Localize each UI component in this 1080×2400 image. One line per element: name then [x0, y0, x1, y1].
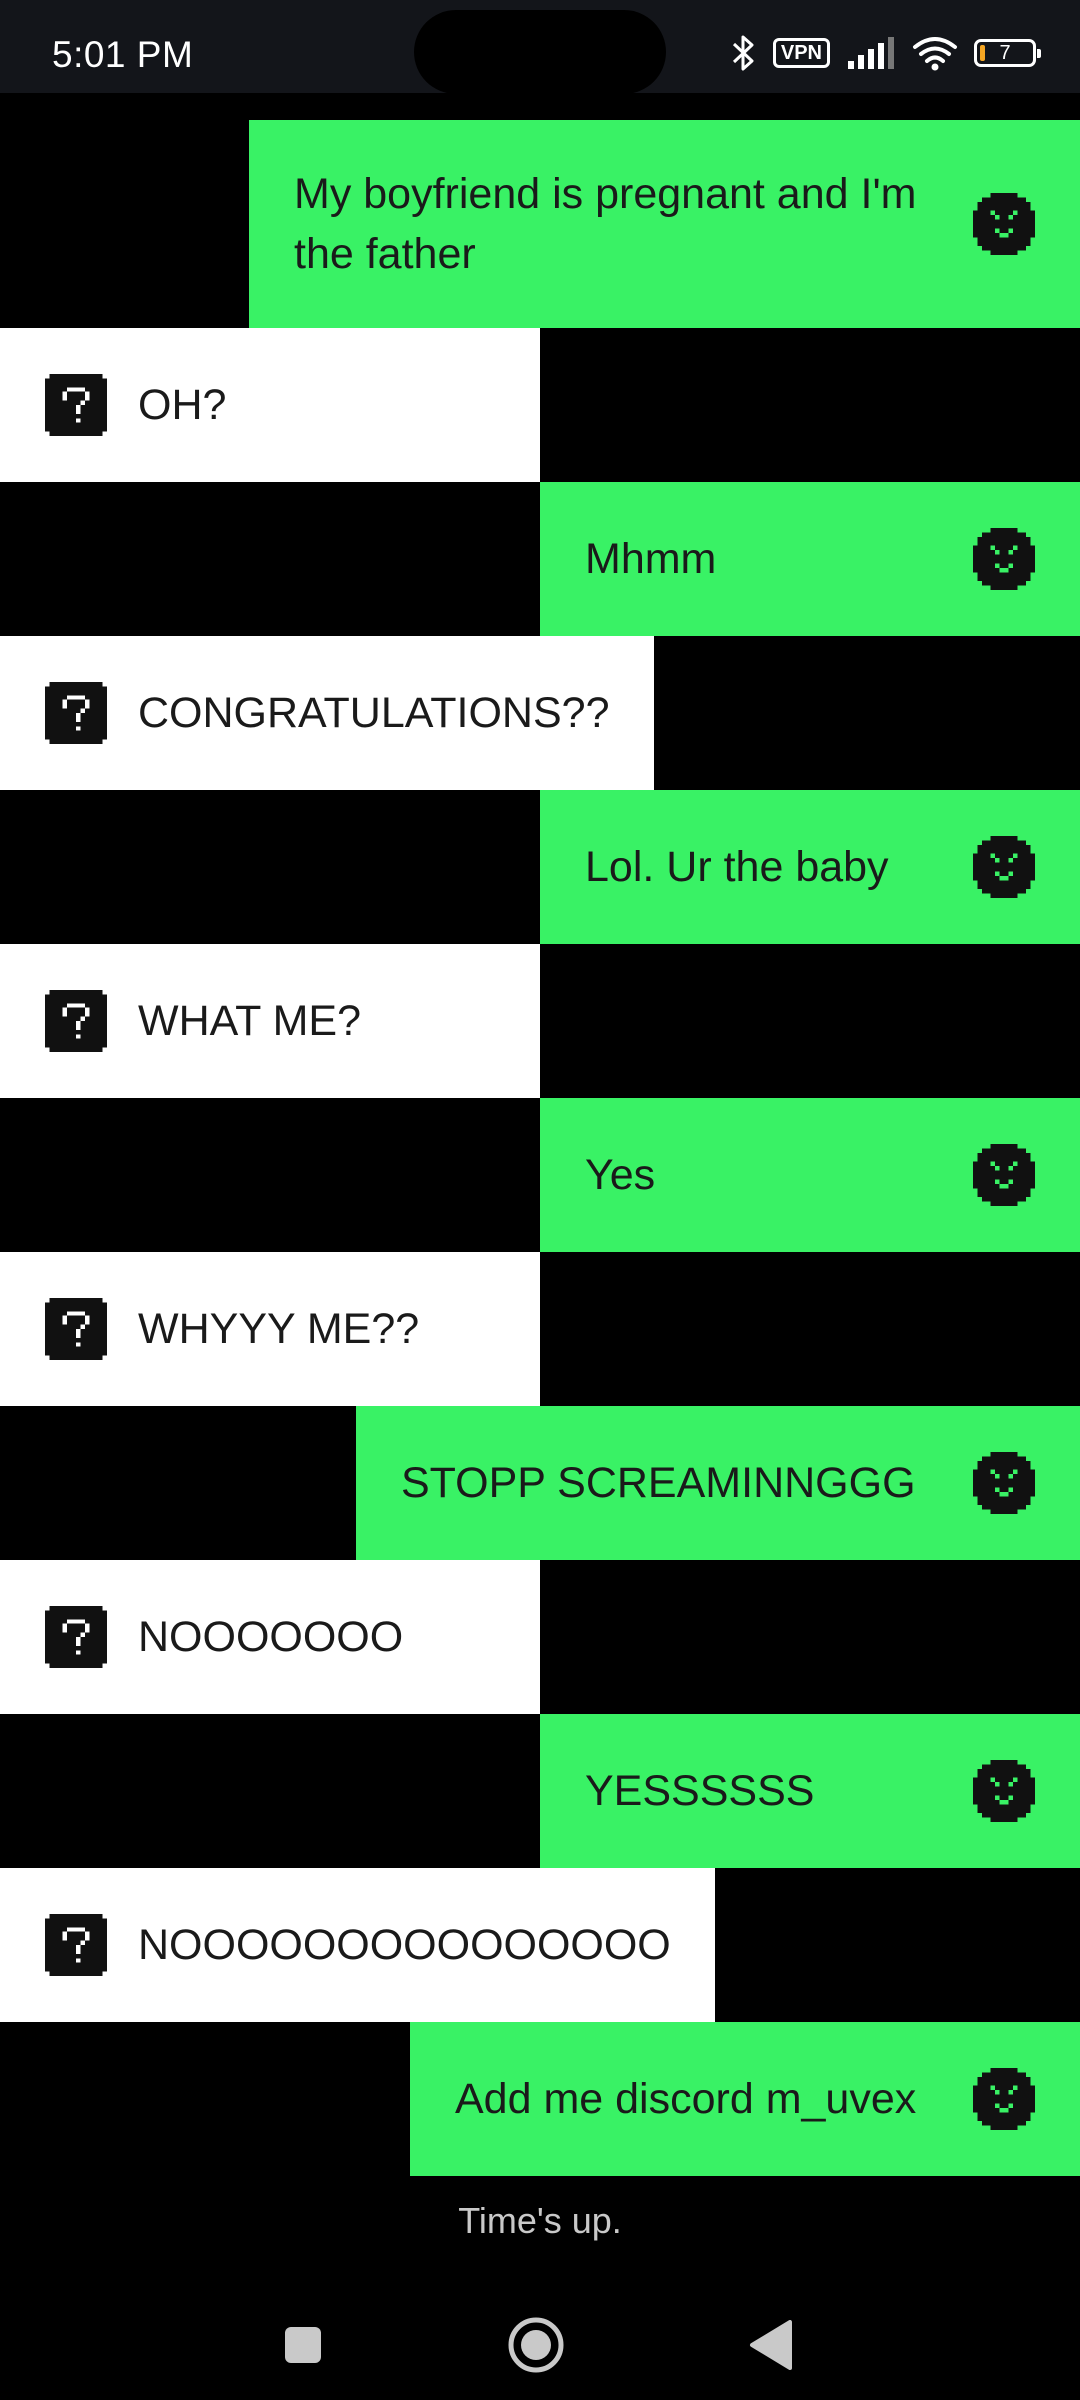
mystery-user-icon: [45, 1914, 107, 1976]
signal-icon: [848, 37, 894, 69]
message-text: Yes: [585, 1151, 656, 1199]
message-row: STOPP SCREAMINNGGG: [0, 1406, 1080, 1560]
message-row: Mhmm: [0, 482, 1080, 636]
received-message-bubble[interactable]: CONGRATULATIONS??: [0, 636, 654, 790]
time-up-notice: Time's up.: [458, 2200, 622, 2241]
sent-message-bubble[interactable]: YESSSSSS: [540, 1714, 1080, 1868]
received-message-bubble[interactable]: NOOOOOOOOOOOOOOO: [0, 1868, 715, 2022]
vpn-icon: VPN: [772, 38, 830, 68]
sent-message-bubble[interactable]: My boyfriend is pregnant and I'm the fat…: [249, 120, 1080, 328]
recent-apps-button[interactable]: [268, 2310, 338, 2380]
mystery-user-icon: [45, 990, 107, 1052]
message-text: OH?: [138, 381, 227, 429]
message-text: STOPP SCREAMINNGGG: [401, 1459, 916, 1507]
message-row: My boyfriend is pregnant and I'm the fat…: [0, 120, 1080, 328]
message-text: WHAT ME?: [138, 997, 361, 1045]
message-text: WHYYY ME??: [138, 1305, 420, 1353]
message-text: CONGRATULATIONS??: [138, 689, 610, 737]
message-row: WHAT ME?: [0, 944, 1080, 1098]
bluetooth-icon: [732, 35, 754, 71]
message-row: WHYYY ME??: [0, 1252, 1080, 1406]
pixel-face-icon: [973, 1144, 1035, 1206]
sent-message-bubble[interactable]: Mhmm: [540, 482, 1080, 636]
pixel-face-icon: [973, 836, 1035, 898]
battery-icon: 7: [974, 39, 1041, 67]
message-row: OH?: [0, 328, 1080, 482]
message-text: NOOOOOOOOOOOOOOO: [138, 1921, 671, 1969]
mystery-user-icon: [45, 682, 107, 744]
mystery-user-icon: [45, 374, 107, 436]
message-row: NOOOOOOO: [0, 1560, 1080, 1714]
sent-message-bubble[interactable]: Lol. Ur the baby: [540, 790, 1080, 944]
pixel-face-icon: [973, 528, 1035, 590]
back-button[interactable]: [735, 2310, 805, 2380]
message-row: YESSSSSS: [0, 1714, 1080, 1868]
message-row: Lol. Ur the baby: [0, 790, 1080, 944]
camera-cutout: [414, 10, 666, 94]
wifi-icon: [913, 37, 957, 71]
home-button[interactable]: [501, 2310, 571, 2380]
message-text: My boyfriend is pregnant and I'm the fat…: [294, 170, 917, 278]
message-row: Add me discord m_uvex: [0, 2022, 1080, 2176]
home-circle-icon: [508, 2317, 564, 2373]
message-row: CONGRATULATIONS??: [0, 636, 1080, 790]
battery-level: 7: [999, 41, 1011, 64]
message-text: YESSSSSS: [585, 1767, 815, 1815]
pixel-face-icon: [973, 193, 1035, 255]
received-message-bubble[interactable]: OH?: [0, 328, 540, 482]
mystery-user-icon: [45, 1298, 107, 1360]
status-icons: VPN 7: [731, 30, 1041, 76]
pixel-face-icon: [973, 1452, 1035, 1514]
received-message-bubble[interactable]: WHYYY ME??: [0, 1252, 540, 1406]
message-text: NOOOOOOO: [138, 1613, 404, 1661]
message-text: Mhmm: [585, 535, 717, 583]
chat-thread[interactable]: My boyfriend is pregnant and I'm the fat…: [0, 120, 1080, 2176]
pixel-face-icon: [973, 1760, 1035, 1822]
message-text: Add me discord m_uvex: [455, 2075, 917, 2123]
sent-message-bubble[interactable]: STOPP SCREAMINNGGG: [356, 1406, 1080, 1560]
received-message-bubble[interactable]: WHAT ME?: [0, 944, 540, 1098]
square-icon: [285, 2327, 321, 2363]
back-triangle-icon: [750, 2320, 792, 2370]
sent-message-bubble[interactable]: Yes: [540, 1098, 1080, 1252]
message-row: Yes: [0, 1098, 1080, 1252]
message-text: Lol. Ur the baby: [585, 843, 889, 891]
mystery-user-icon: [45, 1606, 107, 1668]
status-time: 5:01 PM: [52, 34, 194, 75]
status-bar: 5:01 PM VPN 7: [0, 0, 1080, 94]
sent-message-bubble[interactable]: Add me discord m_uvex: [410, 2022, 1080, 2176]
navigation-bar: [0, 2290, 1080, 2400]
pixel-face-icon: [973, 2068, 1035, 2130]
received-message-bubble[interactable]: NOOOOOOO: [0, 1560, 540, 1714]
message-row: NOOOOOOOOOOOOOOO: [0, 1868, 1080, 2022]
